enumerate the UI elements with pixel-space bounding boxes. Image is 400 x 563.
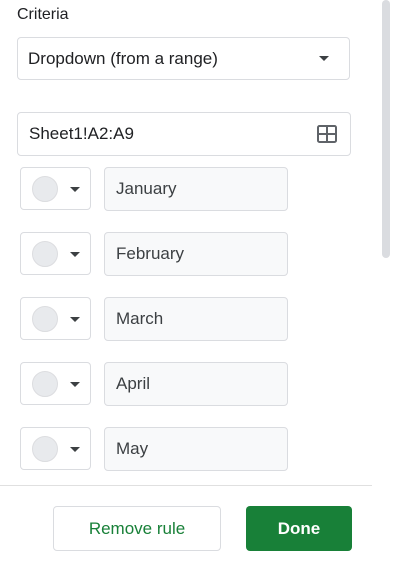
list-item: March — [20, 297, 290, 342]
list-item: May — [20, 427, 290, 472]
item-color-picker[interactable] — [20, 297, 91, 340]
done-button[interactable]: Done — [246, 506, 352, 551]
item-value-input[interactable]: February — [104, 232, 288, 276]
color-swatch — [32, 306, 58, 332]
list-item: January — [20, 167, 290, 212]
color-swatch — [32, 371, 58, 397]
chevron-down-icon — [70, 252, 80, 257]
item-value-text: May — [116, 439, 149, 458]
data-validation-panel: Criteria Dropdown (from a range) Sheet1!… — [0, 0, 400, 563]
item-value-input[interactable]: May — [104, 427, 288, 471]
chevron-down-icon — [70, 187, 80, 192]
color-swatch — [32, 436, 58, 462]
chevron-down-icon — [70, 447, 80, 452]
item-color-picker[interactable] — [20, 232, 91, 275]
item-color-picker[interactable] — [20, 427, 91, 470]
color-swatch — [32, 241, 58, 267]
grid-select-icon[interactable] — [317, 125, 337, 143]
item-value-text: March — [116, 309, 164, 328]
item-color-picker[interactable] — [20, 362, 91, 405]
criteria-dropdown[interactable]: Dropdown (from a range) — [17, 37, 350, 80]
item-value-input[interactable]: March — [104, 297, 288, 341]
footer-divider — [0, 485, 372, 486]
chevron-down-icon — [70, 382, 80, 387]
list-item: February — [20, 232, 290, 277]
item-value-text: January — [116, 179, 177, 198]
color-swatch — [32, 176, 58, 202]
item-value-text: February — [116, 244, 185, 263]
chevron-down-icon — [70, 317, 80, 322]
scrollbar[interactable] — [382, 0, 390, 258]
item-value-input[interactable]: January — [104, 167, 288, 211]
list-item: April — [20, 362, 290, 407]
item-value-input[interactable]: April — [104, 362, 288, 406]
item-color-picker[interactable] — [20, 167, 91, 210]
criteria-selected-value: Dropdown (from a range) — [28, 48, 218, 68]
chevron-down-icon — [319, 56, 329, 61]
item-value-text: April — [116, 374, 151, 393]
range-input[interactable]: Sheet1!A2:A9 — [17, 112, 351, 156]
criteria-label: Criteria — [17, 6, 69, 23]
range-value: Sheet1!A2:A9 — [29, 124, 134, 143]
remove-rule-button[interactable]: Remove rule — [53, 506, 221, 551]
